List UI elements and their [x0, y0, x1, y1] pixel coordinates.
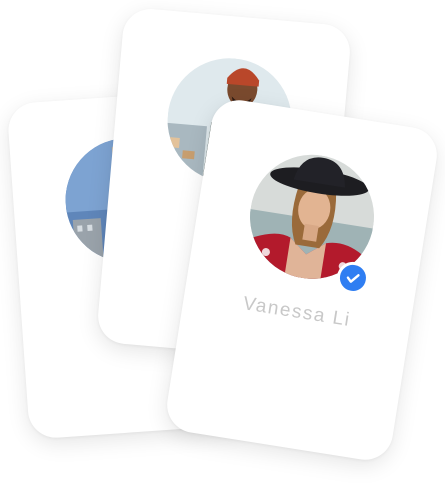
- profile-card-stack: Ca Jam: [0, 0, 445, 487]
- profile-name: Vanessa Li: [241, 293, 353, 331]
- check-badge-icon: [346, 274, 360, 283]
